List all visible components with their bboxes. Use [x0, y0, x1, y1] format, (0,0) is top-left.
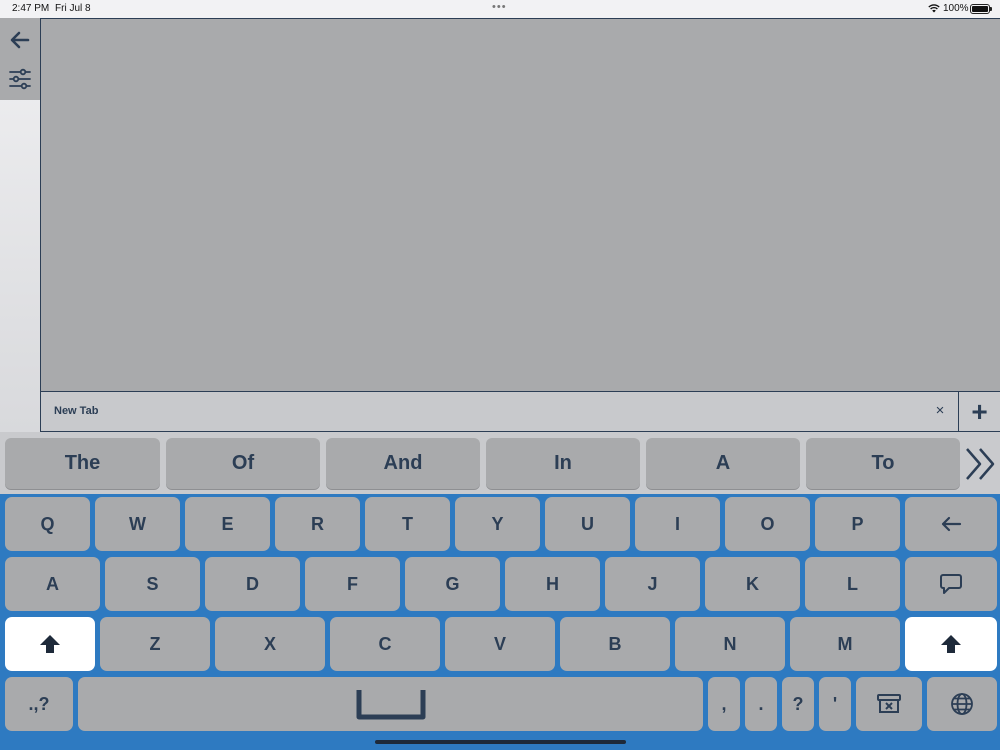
wifi-icon — [928, 4, 940, 13]
key-m[interactable]: M — [790, 617, 900, 671]
battery-icon — [970, 4, 992, 14]
status-bar: 2:47 PM Fri Jul 8 ••• 100% — [0, 0, 1000, 18]
globe-icon — [951, 693, 973, 715]
key-u[interactable]: U — [545, 497, 630, 551]
home-indicator[interactable] — [375, 740, 626, 744]
sliders-icon — [9, 68, 31, 90]
tab-title[interactable]: New Tab — [54, 405, 98, 417]
key-f[interactable]: F — [305, 557, 400, 611]
sidebar — [0, 18, 41, 432]
key-comma[interactable]: , — [708, 677, 740, 731]
prediction-word[interactable]: The — [5, 438, 160, 489]
key-v[interactable]: V — [445, 617, 555, 671]
key-w[interactable]: W — [95, 497, 180, 551]
status-date: Fri Jul 8 — [55, 3, 91, 14]
key-c[interactable]: C — [330, 617, 440, 671]
key-h[interactable]: H — [505, 557, 600, 611]
keyboard: Q W E R T Y U I O P A S D F G H J K L Z … — [0, 494, 1000, 750]
key-n[interactable]: N — [675, 617, 785, 671]
key-z[interactable]: Z — [100, 617, 210, 671]
sidebar-tools — [0, 18, 40, 100]
double-chevron-right-icon[interactable] — [962, 444, 998, 484]
key-g[interactable]: G — [405, 557, 500, 611]
punctuation-toggle-key[interactable]: .,? — [5, 677, 73, 731]
settings-button[interactable] — [4, 63, 36, 95]
key-l[interactable]: L — [805, 557, 900, 611]
prediction-word[interactable]: Of — [166, 438, 320, 489]
tab-bar: New Tab × + — [41, 391, 1000, 432]
key-q[interactable]: Q — [5, 497, 90, 551]
backspace-key[interactable] — [905, 497, 997, 551]
space-key[interactable] — [78, 677, 703, 731]
key-o[interactable]: O — [725, 497, 810, 551]
key-y[interactable]: Y — [455, 497, 540, 551]
key-d[interactable]: D — [205, 557, 300, 611]
status-time: 2:47 PM — [12, 3, 50, 14]
key-e[interactable]: E — [185, 497, 270, 551]
key-x[interactable]: X — [215, 617, 325, 671]
key-i[interactable]: I — [635, 497, 720, 551]
key-j[interactable]: J — [605, 557, 700, 611]
clear-text-icon — [877, 694, 901, 713]
key-question[interactable]: ? — [782, 677, 814, 731]
key-p[interactable]: P — [815, 497, 900, 551]
prediction-word[interactable]: To — [806, 438, 960, 489]
shift-arrow-icon — [941, 635, 961, 653]
space-bar-icon — [356, 690, 425, 720]
key-k[interactable]: K — [705, 557, 800, 611]
battery-percent: 100% — [943, 3, 969, 14]
arrow-left-icon — [941, 516, 962, 532]
shift-right-key[interactable] — [905, 617, 997, 671]
speak-key[interactable] — [905, 557, 997, 611]
key-apostrophe[interactable]: ' — [819, 677, 851, 731]
close-tab-button[interactable]: × — [931, 402, 949, 420]
arrow-left-icon — [10, 31, 30, 49]
content-area[interactable] — [41, 18, 1000, 391]
key-s[interactable]: S — [105, 557, 200, 611]
globe-key[interactable] — [927, 677, 997, 731]
shift-arrow-icon — [40, 635, 60, 653]
key-b[interactable]: B — [560, 617, 670, 671]
key-t[interactable]: T — [365, 497, 450, 551]
key-period[interactable]: . — [745, 677, 777, 731]
key-a[interactable]: A — [5, 557, 100, 611]
add-tab-button[interactable]: + — [958, 392, 1000, 431]
speech-bubble-icon — [940, 574, 962, 594]
multitasking-dots[interactable]: ••• — [492, 1, 507, 13]
prediction-word[interactable]: And — [326, 438, 480, 489]
shift-left-key[interactable] — [5, 617, 95, 671]
prediction-word[interactable]: A — [646, 438, 800, 489]
clear-key[interactable] — [856, 677, 922, 731]
prediction-word[interactable]: In — [486, 438, 640, 489]
key-r[interactable]: R — [275, 497, 360, 551]
back-button[interactable] — [4, 24, 36, 56]
word-prediction-bar: The Of And In A To — [0, 432, 1000, 494]
